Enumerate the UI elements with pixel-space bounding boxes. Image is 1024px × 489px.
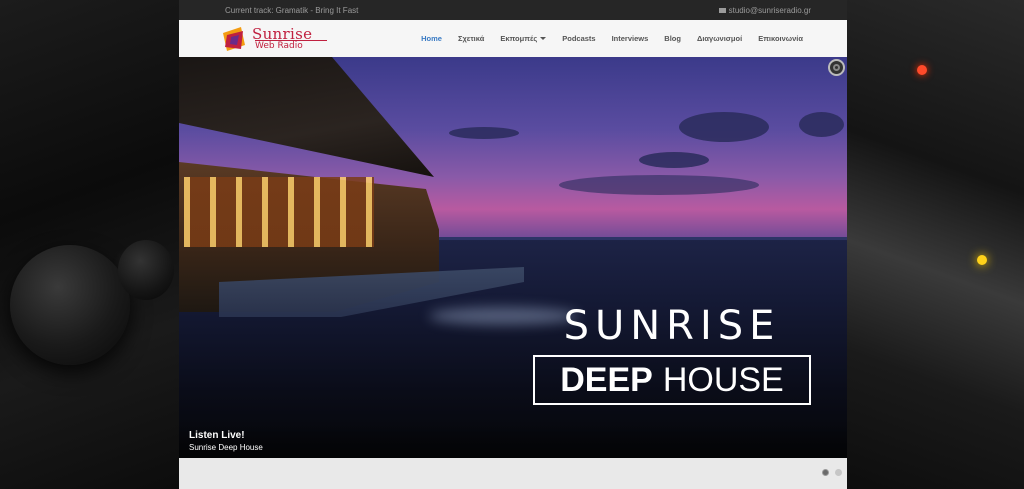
nav-item-home[interactable]: Home <box>413 34 450 43</box>
slide-title-line1: SUNRISE <box>563 303 781 349</box>
nav-item-blog[interactable]: Blog <box>656 34 689 43</box>
nav-item-interviews[interactable]: Interviews <box>604 34 657 43</box>
envelope-icon <box>718 8 726 13</box>
slider-dot-2[interactable] <box>835 469 842 476</box>
horizon-line <box>409 237 847 240</box>
caption-title: Listen Live! <box>189 430 245 441</box>
slider-pause-icon[interactable] <box>828 59 845 76</box>
villa-lights-image <box>184 177 374 247</box>
slide-title-box: DEEP HOUSE <box>533 355 811 405</box>
caption-subtitle: Sunrise Deep House <box>189 443 263 452</box>
slide-title-graphic: SUNRISE DEEP HOUSE <box>531 303 813 405</box>
slide-title-normal: HOUSE <box>662 360 784 399</box>
primary-nav: Home Σχετικά Εκπομπές Podcasts Interview… <box>413 20 811 57</box>
site-logo[interactable]: Sunrise Web Radio <box>221 25 331 53</box>
nav-item-podcasts[interactable]: Podcasts <box>554 34 603 43</box>
nav-item-contests[interactable]: Διαγωνισμοί <box>689 34 750 43</box>
slide-title-bold: DEEP <box>560 360 653 399</box>
background-right-mixer <box>847 0 1024 489</box>
studio-email-text: studio@sunriseradio.gr <box>728 6 811 15</box>
current-track-text: Current track: Gramatik - Bring It Fast <box>225 6 359 15</box>
nav-item-label: Εκπομπές <box>500 34 538 43</box>
nav-item-label: Interviews <box>611 34 649 43</box>
nav-item-label: Σχετικά <box>457 34 485 43</box>
cloud <box>799 112 844 137</box>
cloud <box>449 127 519 139</box>
nav-item-label: Podcasts <box>562 34 596 43</box>
nav-item-shows[interactable]: Εκπομπές <box>492 34 554 43</box>
logo-mark-icon <box>223 27 245 51</box>
page-container: Current track: Gramatik - Bring It Fast … <box>179 0 847 489</box>
nav-item-label: Blog <box>664 34 681 43</box>
slider-pagination <box>822 469 842 476</box>
studio-email-link[interactable]: studio@sunriseradio.gr <box>718 6 811 15</box>
nav-item-contact[interactable]: Επικοινωνία <box>750 34 811 43</box>
chevron-down-icon <box>540 37 547 40</box>
hero-slider[interactable]: SUNRISE DEEP HOUSE Listen Live! Sunrise … <box>179 57 847 458</box>
nav-item-about[interactable]: Σχετικά <box>450 34 492 43</box>
villa-roof-image <box>179 57 434 177</box>
top-bar: Current track: Gramatik - Bring It Fast … <box>179 0 847 20</box>
background-left-mixer <box>0 0 180 489</box>
nav-item-label: Διαγωνισμοί <box>696 34 743 43</box>
logo-subtitle: Web Radio <box>255 41 303 51</box>
mixer-knob <box>10 245 130 365</box>
nav-item-label: Επικοινωνία <box>758 34 803 43</box>
slide-caption: Listen Live! Sunrise Deep House <box>179 423 847 458</box>
slider-dot-1[interactable] <box>822 469 829 476</box>
nav-item-label: Home <box>421 34 442 43</box>
mixer-led <box>977 255 987 265</box>
cloud <box>639 152 709 168</box>
cloud <box>559 175 759 195</box>
mixer-led <box>917 65 927 75</box>
main-navbar: Sunrise Web Radio Home Σχετικά Εκπομπές … <box>179 20 847 58</box>
cloud <box>679 112 769 142</box>
mixer-knob <box>118 240 174 300</box>
